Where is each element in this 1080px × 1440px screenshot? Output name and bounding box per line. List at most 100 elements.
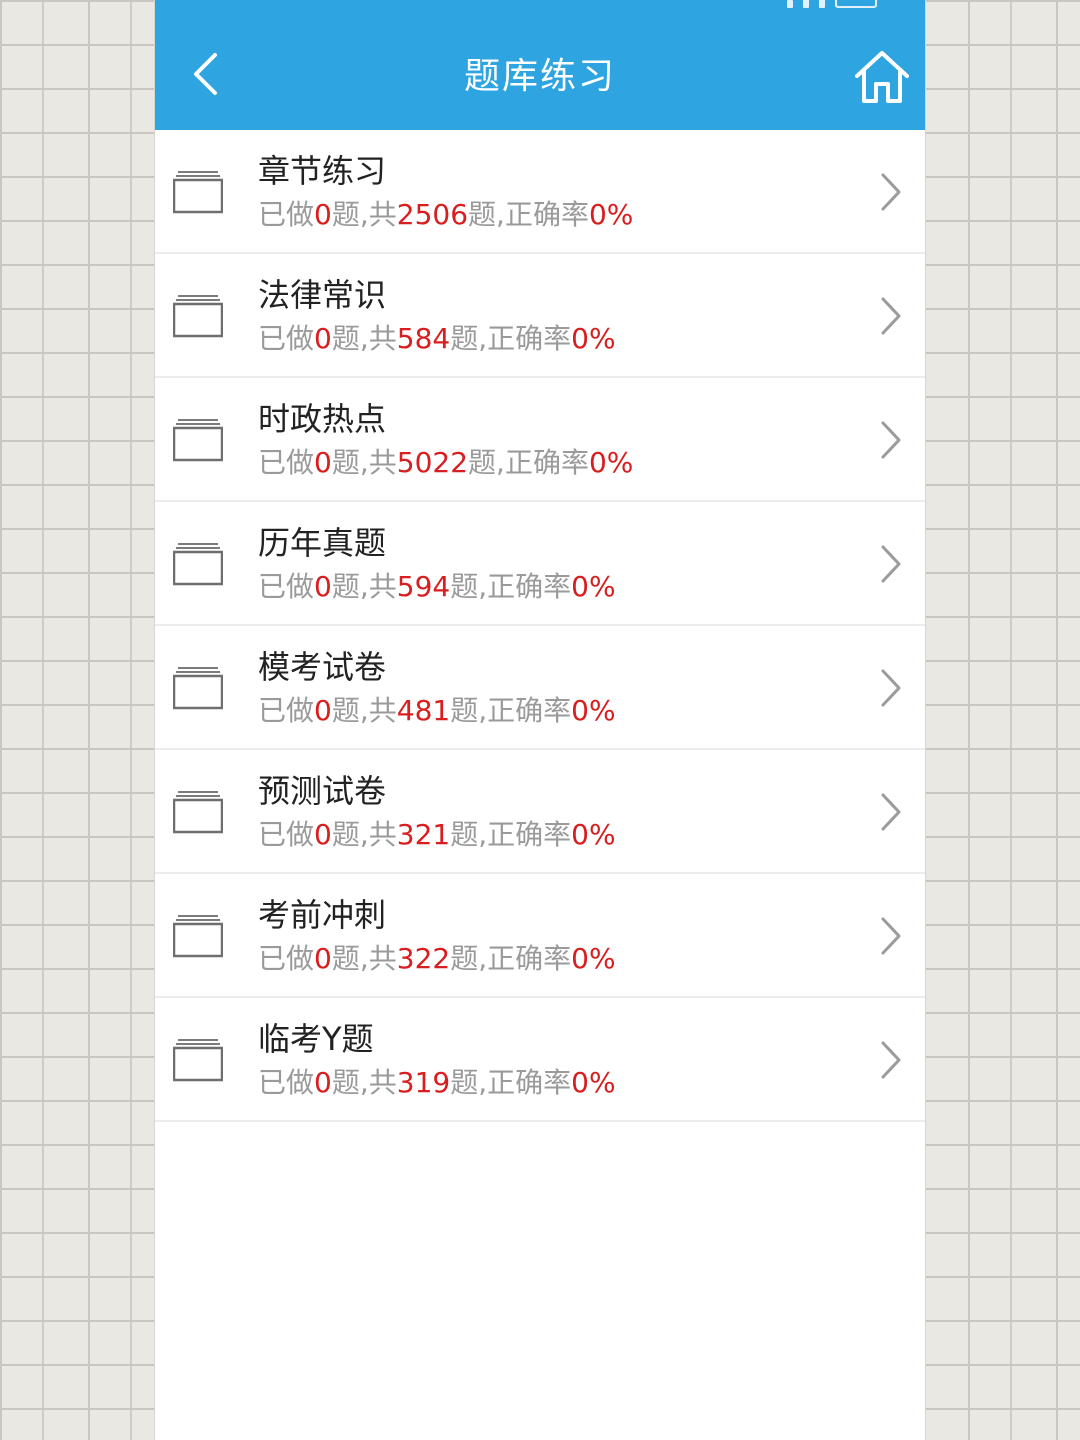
chevron-right-icon bbox=[881, 173, 901, 211]
total-label: ,共 bbox=[359, 322, 397, 355]
item-stats: 已做0题,共321题,正确率0% bbox=[258, 816, 616, 854]
accuracy-value: 0% bbox=[571, 694, 616, 727]
unit-label: 题 bbox=[450, 570, 479, 603]
accuracy-label: ,正确率 bbox=[478, 818, 572, 851]
item-title: 法律常识 bbox=[258, 276, 387, 314]
item-stats: 已做0题,共322题,正确率0% bbox=[258, 940, 616, 978]
item-stats: 已做0题,共319题,正确率0% bbox=[258, 1064, 616, 1102]
total-count: 584 bbox=[396, 322, 451, 355]
done-label: 已做 bbox=[258, 1066, 315, 1099]
accuracy-label: ,正确率 bbox=[478, 322, 572, 355]
list-item-2[interactable]: 法律常识 已做0题,共584题,正确率0% bbox=[155, 254, 925, 378]
unit-label: 题 bbox=[331, 198, 360, 231]
home-button[interactable] bbox=[849, 44, 915, 110]
status-bar bbox=[155, 0, 925, 18]
accuracy-value: 0% bbox=[571, 1066, 616, 1099]
total-count: 5022 bbox=[396, 446, 469, 479]
list-item-1[interactable]: 章节练习 已做0题,共2506题,正确率0% bbox=[155, 130, 925, 254]
item-stats: 已做0题,共2506题,正确率0% bbox=[258, 196, 633, 234]
total-count: 481 bbox=[396, 694, 451, 727]
accuracy-label: ,正确率 bbox=[478, 570, 572, 603]
accuracy-value: 0% bbox=[588, 446, 634, 479]
done-label: 已做 bbox=[258, 942, 315, 975]
item-stats: 已做0题,共584题,正确率0% bbox=[258, 320, 616, 358]
question-bank-list: 章节练习 已做0题,共2506题,正确率0% 法律常识 已做0题,共584题,正… bbox=[155, 130, 925, 1122]
total-label: ,共 bbox=[359, 570, 397, 603]
unit-label: 题 bbox=[450, 818, 479, 851]
home-icon bbox=[855, 51, 909, 103]
list-item-8[interactable]: 临考Y题 已做0题,共319题,正确率0% bbox=[155, 998, 925, 1122]
total-count: 319 bbox=[396, 1066, 451, 1099]
total-label: ,共 bbox=[359, 818, 397, 851]
book-icon bbox=[173, 915, 223, 958]
book-icon bbox=[173, 543, 223, 586]
accuracy-label: ,正确率 bbox=[478, 942, 572, 975]
accuracy-value: 0% bbox=[571, 942, 616, 975]
book-icon bbox=[173, 171, 223, 214]
unit-label: 题 bbox=[468, 198, 497, 231]
total-label: ,共 bbox=[359, 942, 397, 975]
item-title: 时政热点 bbox=[258, 400, 387, 438]
total-count: 321 bbox=[396, 818, 451, 851]
item-stats: 已做0题,共481题,正确率0% bbox=[258, 692, 616, 730]
chevron-right-icon bbox=[881, 793, 901, 831]
accuracy-value: 0% bbox=[571, 322, 616, 355]
unit-label: 题 bbox=[450, 322, 479, 355]
top-bar: 题库练习 bbox=[155, 0, 925, 130]
total-label: ,共 bbox=[359, 1066, 397, 1099]
done-label: 已做 bbox=[258, 322, 315, 355]
list-item-6[interactable]: 预测试卷 已做0题,共321题,正确率0% bbox=[155, 750, 925, 874]
unit-label: 题 bbox=[331, 446, 360, 479]
unit-label: 题 bbox=[331, 322, 360, 355]
page-title: 题库练习 bbox=[463, 56, 616, 97]
item-title: 临考Y题 bbox=[258, 1020, 374, 1058]
done-label: 已做 bbox=[258, 694, 315, 727]
done-label: 已做 bbox=[258, 570, 315, 603]
done-count: 0 bbox=[314, 694, 332, 727]
accuracy-label: ,正确率 bbox=[478, 1066, 572, 1099]
app-screen: 题库练习 章节练习 已做0题,共2506题,正确率0% 法律常识 已做0题,共5… bbox=[155, 0, 925, 1440]
item-title: 考前冲刺 bbox=[258, 896, 387, 934]
battery-icon bbox=[835, 0, 877, 8]
item-title: 章节练习 bbox=[258, 152, 387, 190]
chevron-right-icon bbox=[881, 669, 901, 707]
item-stats: 已做0题,共594题,正确率0% bbox=[258, 568, 616, 606]
chevron-right-icon bbox=[881, 1041, 901, 1079]
unit-label: 题 bbox=[450, 942, 479, 975]
done-count: 0 bbox=[314, 446, 332, 479]
list-item-3[interactable]: 时政热点 已做0题,共5022题,正确率0% bbox=[155, 378, 925, 502]
unit-label: 题 bbox=[450, 694, 479, 727]
book-icon bbox=[173, 295, 223, 338]
list-item-5[interactable]: 模考试卷 已做0题,共481题,正确率0% bbox=[155, 626, 925, 750]
accuracy-label: ,正确率 bbox=[478, 694, 572, 727]
accuracy-label: ,正确率 bbox=[496, 198, 589, 231]
status-icons bbox=[787, 0, 877, 8]
list-item-7[interactable]: 考前冲刺 已做0题,共322题,正确率0% bbox=[155, 874, 925, 998]
total-label: ,共 bbox=[359, 446, 397, 479]
chevron-right-icon bbox=[881, 297, 901, 335]
accuracy-value: 0% bbox=[588, 198, 634, 231]
accuracy-value: 0% bbox=[571, 570, 616, 603]
unit-label: 题 bbox=[468, 446, 497, 479]
done-count: 0 bbox=[314, 322, 332, 355]
list-item-4[interactable]: 历年真题 已做0题,共594题,正确率0% bbox=[155, 502, 925, 626]
accuracy-label: ,正确率 bbox=[496, 446, 589, 479]
unit-label: 题 bbox=[331, 818, 360, 851]
accuracy-value: 0% bbox=[571, 818, 616, 851]
done-count: 0 bbox=[314, 570, 332, 603]
book-icon bbox=[173, 1039, 223, 1082]
total-label: ,共 bbox=[359, 694, 397, 727]
item-title: 预测试卷 bbox=[258, 772, 387, 810]
chevron-right-icon bbox=[881, 545, 901, 583]
done-label: 已做 bbox=[258, 818, 315, 851]
done-count: 0 bbox=[314, 942, 332, 975]
book-icon bbox=[173, 791, 223, 834]
done-count: 0 bbox=[314, 1066, 332, 1099]
chevron-right-icon bbox=[881, 917, 901, 955]
unit-label: 题 bbox=[331, 942, 360, 975]
done-label: 已做 bbox=[258, 446, 315, 479]
chevron-right-icon bbox=[881, 421, 901, 459]
done-count: 0 bbox=[314, 818, 332, 851]
item-title: 模考试卷 bbox=[258, 648, 387, 686]
unit-label: 题 bbox=[331, 1066, 360, 1099]
